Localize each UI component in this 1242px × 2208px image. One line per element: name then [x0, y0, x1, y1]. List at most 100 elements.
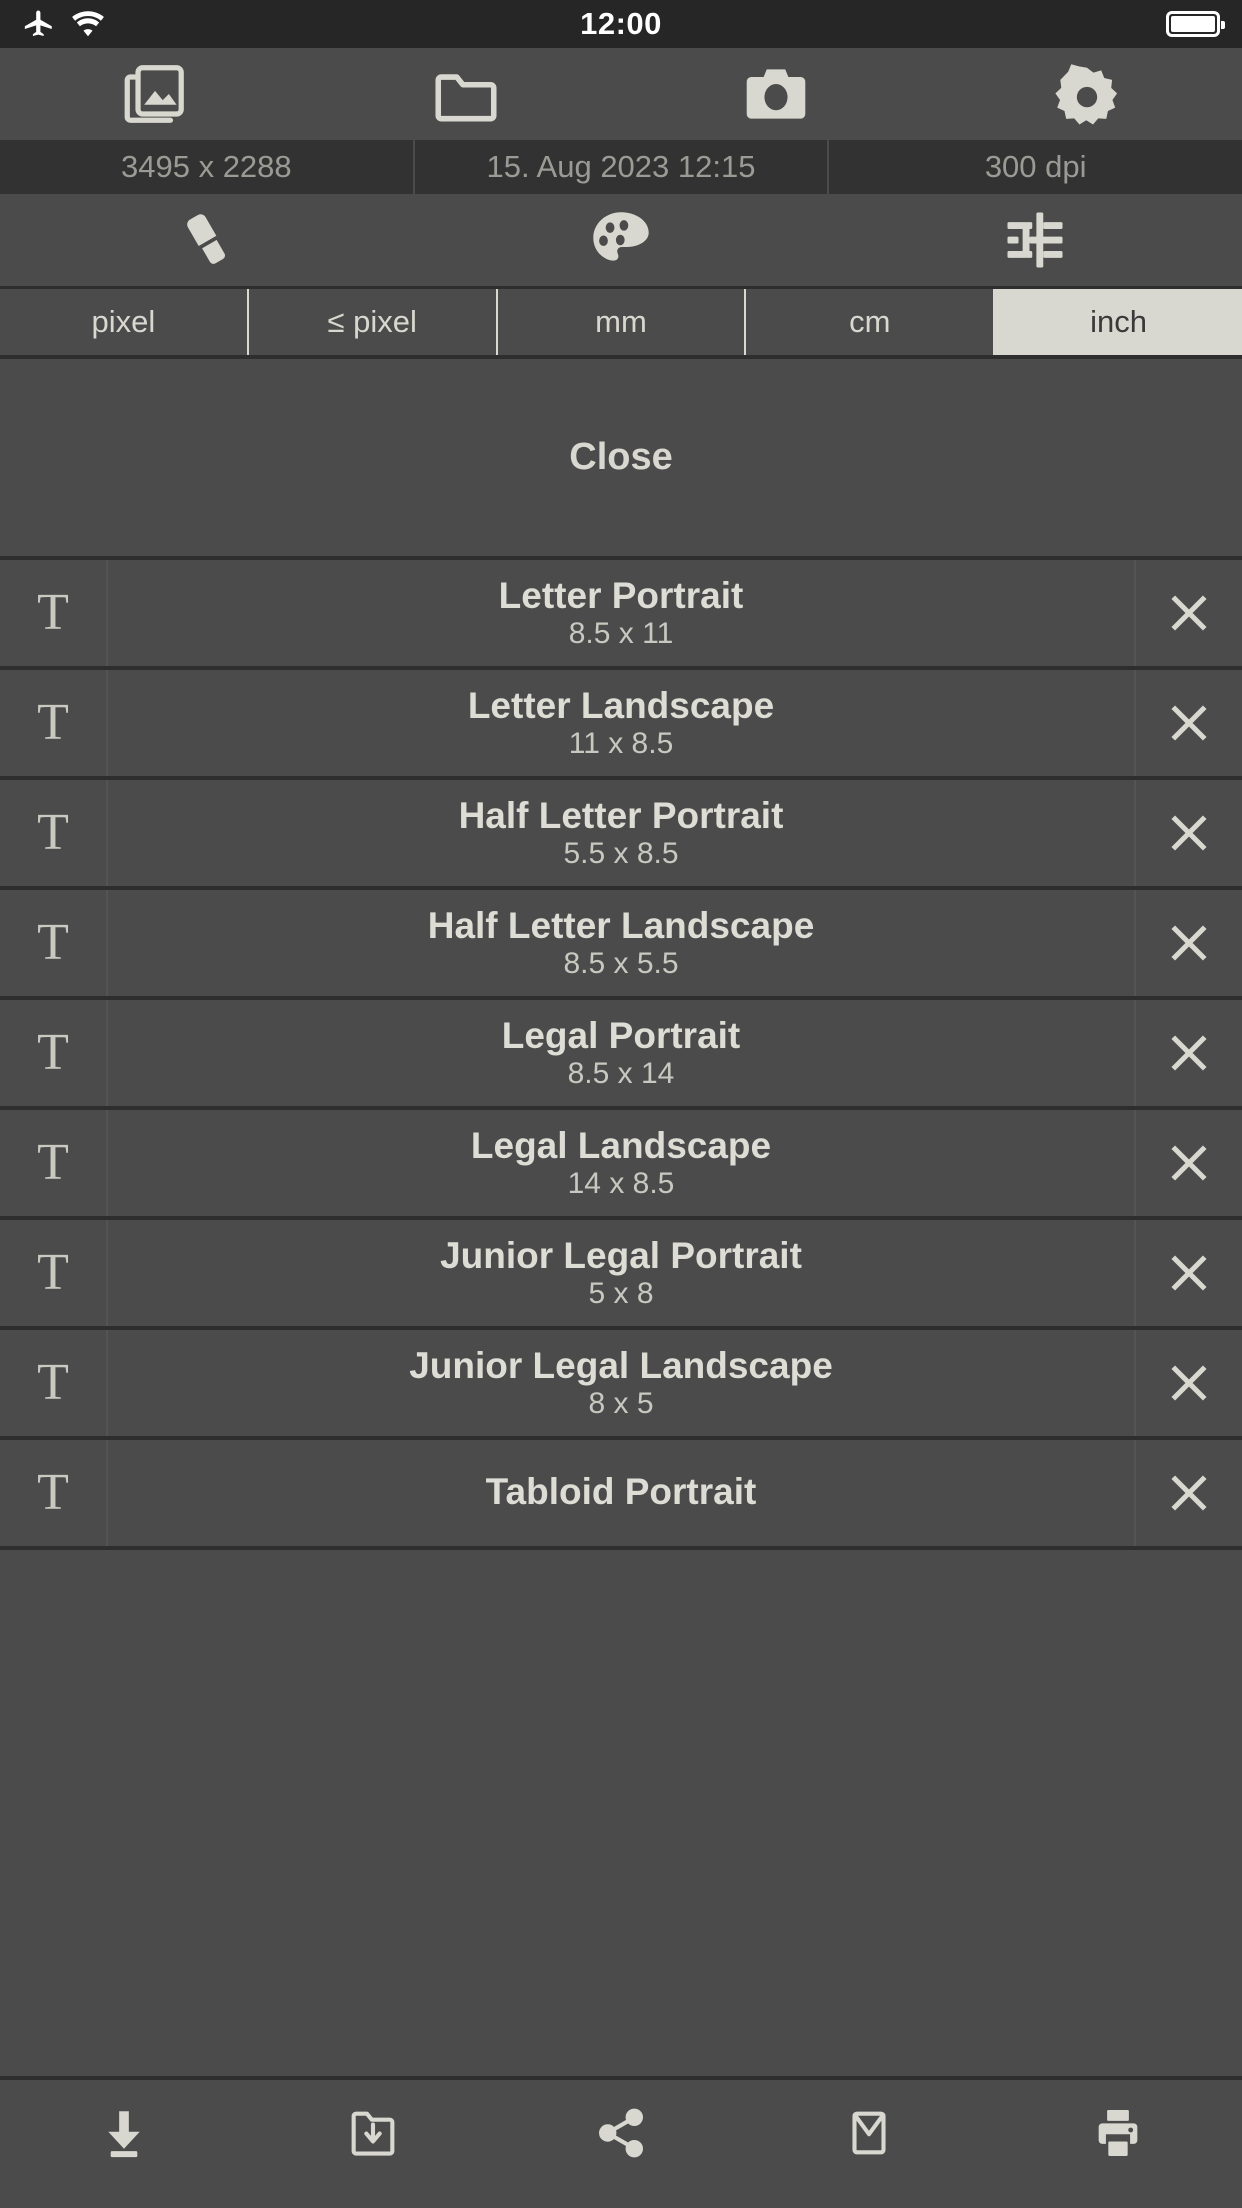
share-button[interactable] [497, 2080, 745, 2186]
folder-icon [429, 57, 503, 131]
home-indicator-bar [0, 2186, 1242, 2208]
download-icon [95, 2104, 153, 2162]
paper-size-name: Half Letter Portrait [458, 794, 784, 836]
row-content: Junior Legal Landscape 8 x 5 [108, 1330, 1134, 1436]
table-row[interactable]: T Legal Landscape 14 x 8.5 [0, 1110, 1242, 1220]
share-icon [592, 2104, 650, 2162]
delete-row-button[interactable] [1134, 890, 1242, 996]
row-content: Legal Landscape 14 x 8.5 [108, 1110, 1134, 1216]
delete-row-button[interactable] [1134, 670, 1242, 776]
row-content: Letter Landscape 11 x 8.5 [108, 670, 1134, 776]
close-icon [1171, 1365, 1207, 1401]
paper-size-name: Letter Portrait [498, 574, 744, 616]
paper-size-name: Letter Landscape [467, 684, 775, 726]
delete-row-button[interactable] [1134, 1220, 1242, 1326]
text-tool-glyph: T [37, 1024, 69, 1081]
palette-button[interactable] [414, 194, 828, 286]
printer-icon [1089, 2104, 1147, 2162]
text-tool-glyph: T [37, 1354, 69, 1411]
delete-row-button[interactable] [1134, 1330, 1242, 1436]
text-tool-glyph: T [37, 1464, 69, 1521]
paper-size-dimensions: 8.5 x 14 [567, 1057, 675, 1091]
text-tool-icon[interactable]: T [0, 780, 108, 886]
mail-icon [840, 2104, 898, 2162]
table-row[interactable]: T Tabloid Portrait [0, 1440, 1242, 1550]
text-tool-icon[interactable]: T [0, 1220, 108, 1326]
close-icon [1171, 925, 1207, 961]
close-icon [1171, 1145, 1207, 1181]
eraser-button[interactable] [0, 194, 414, 286]
unit-tab-mm[interactable]: mm [497, 289, 747, 355]
battery-full-icon [1166, 11, 1225, 37]
paper-size-name: Junior Legal Portrait [440, 1234, 802, 1276]
paper-size-dimensions: 5 x 8 [588, 1277, 654, 1311]
gallery-icon [118, 57, 192, 131]
delete-row-button[interactable] [1134, 780, 1242, 886]
image-info-bar: 3495 x 2288 15. Aug 2023 12:15 300 dpi [0, 140, 1242, 194]
text-tool-icon[interactable]: T [0, 890, 108, 996]
text-tool-icon[interactable]: T [0, 670, 108, 776]
text-tool-icon[interactable]: T [0, 1110, 108, 1216]
paper-size-name: Half Letter Landscape [427, 904, 815, 946]
status-bar-clock: 12:00 [580, 6, 662, 41]
paper-size-name: Junior Legal Landscape [409, 1344, 833, 1386]
settings-button[interactable] [932, 48, 1242, 140]
delete-row-button[interactable] [1134, 560, 1242, 666]
table-row[interactable]: T Letter Landscape 11 x 8.5 [0, 670, 1242, 780]
delete-row-button[interactable] [1134, 1440, 1242, 1546]
close-icon [1171, 595, 1207, 631]
text-tool-icon[interactable]: T [0, 1330, 108, 1436]
save-to-folder-button[interactable] [248, 2080, 496, 2186]
unit-tab-pixel[interactable]: pixel [0, 289, 249, 355]
text-tool-icon[interactable]: T [0, 1440, 108, 1546]
paper-size-dimensions: 8.5 x 11 [568, 617, 674, 651]
unit-tab-max-pixel[interactable]: ≤ pixel [248, 289, 498, 355]
status-bar-right [1166, 11, 1225, 37]
delete-row-button[interactable] [1134, 1110, 1242, 1216]
paper-size-name: Legal Portrait [501, 1014, 741, 1056]
table-row[interactable]: T Junior Legal Landscape 8 x 5 [0, 1330, 1242, 1440]
close-icon [1171, 705, 1207, 741]
app-screen: 12:00 3495 x 2288 15. Aug 2023 12:15 300… [0, 0, 1242, 2208]
close-icon [1171, 1035, 1207, 1071]
close-button[interactable]: Close [0, 355, 1242, 560]
unit-tab-inch[interactable]: inch [995, 289, 1242, 355]
delete-row-button[interactable] [1134, 1000, 1242, 1106]
paper-size-name: Tabloid Portrait [485, 1471, 757, 1513]
table-row[interactable]: T Junior Legal Portrait 5 x 8 [0, 1220, 1242, 1330]
palette-icon [586, 205, 656, 275]
text-tool-icon[interactable]: T [0, 1000, 108, 1106]
paper-size-dimensions: 8 x 5 [588, 1387, 654, 1421]
text-tool-glyph: T [37, 694, 69, 751]
mail-button[interactable] [745, 2080, 993, 2186]
paper-size-dimensions: 8.5 x 5.5 [563, 947, 679, 981]
row-content: Junior Legal Portrait 5 x 8 [108, 1220, 1134, 1326]
folder-download-icon [344, 2104, 402, 2162]
print-button[interactable] [994, 2080, 1242, 2186]
close-button-label: Close [569, 436, 673, 478]
folder-button[interactable] [311, 48, 622, 140]
adjustments-button[interactable] [828, 194, 1242, 286]
unit-tabs: pixel ≤ pixel mm cm inch [0, 289, 1242, 355]
paper-size-list[interactable]: T Letter Portrait 8.5 x 11 T Letter Landscap… [0, 560, 1242, 2076]
row-content: Letter Portrait 8.5 x 11 [108, 560, 1134, 666]
download-button[interactable] [0, 2080, 248, 2186]
gallery-button[interactable] [0, 48, 311, 140]
image-dimensions: 3495 x 2288 [0, 140, 415, 194]
unit-tab-cm[interactable]: cm [746, 289, 996, 355]
paper-size-dimensions: 14 x 8.5 [567, 1167, 675, 1201]
table-row[interactable]: T Half Letter Portrait 5.5 x 8.5 [0, 780, 1242, 890]
paper-size-dimensions: 11 x 8.5 [568, 727, 674, 761]
camera-button[interactable] [621, 48, 932, 140]
row-content: Tabloid Portrait [108, 1440, 1134, 1546]
text-tool-glyph: T [37, 914, 69, 971]
top-toolbar [0, 48, 1242, 140]
table-row[interactable]: T Half Letter Landscape 8.5 x 5.5 [0, 890, 1242, 1000]
camera-icon [739, 57, 813, 131]
text-tool-icon[interactable]: T [0, 560, 108, 666]
table-row[interactable]: T Legal Portrait 8.5 x 14 [0, 1000, 1242, 1110]
close-icon [1171, 1255, 1207, 1291]
close-icon [1171, 1475, 1207, 1511]
table-row[interactable]: T Letter Portrait 8.5 x 11 [0, 560, 1242, 670]
eraser-icon [172, 205, 242, 275]
